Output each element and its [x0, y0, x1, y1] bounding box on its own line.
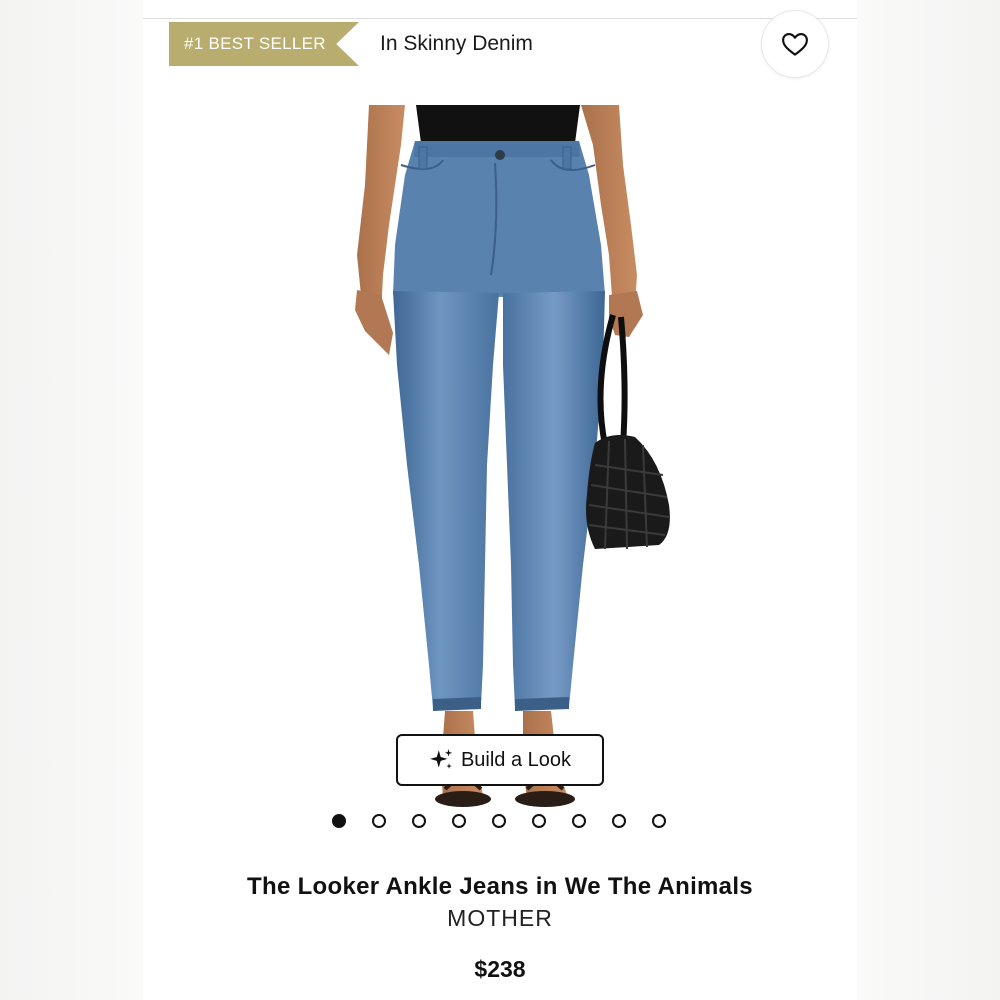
sparkle-icon: [430, 749, 453, 769]
heart-outline-icon: [782, 32, 808, 56]
pagination-dot-1[interactable]: [332, 814, 346, 828]
product-image[interactable]: [143, 105, 857, 835]
pagination-dot-7[interactable]: [572, 814, 586, 828]
build-a-look-label: Build a Look: [460, 748, 572, 771]
header-divider: [143, 18, 857, 19]
product-page: #1 BEST SELLER In Skinny Denim Build a L…: [143, 0, 857, 1000]
pagination-dot-4[interactable]: [452, 814, 466, 828]
product-title: The Looker Ankle Jeans in We The Animals: [247, 873, 753, 900]
best-seller-badge: #1 BEST SELLER: [169, 22, 359, 66]
favorite-button[interactable]: [761, 10, 829, 78]
image-pagination: [332, 814, 672, 830]
build-a-look-button[interactable]: Build a Look: [396, 734, 604, 786]
brand-name[interactable]: MOTHER: [143, 905, 857, 932]
pagination-dot-9[interactable]: [652, 814, 666, 828]
page-margin-right: [857, 0, 1000, 1000]
pagination-dot-5[interactable]: [492, 814, 506, 828]
product-price: $238: [474, 956, 526, 982]
pagination-dot-3[interactable]: [412, 814, 426, 828]
pagination-dot-2[interactable]: [372, 814, 386, 828]
pagination-dot-6[interactable]: [532, 814, 546, 828]
category-link[interactable]: In Skinny Denim: [380, 30, 533, 58]
page-margin-left: [0, 0, 143, 1000]
pagination-dot-8[interactable]: [612, 814, 626, 828]
